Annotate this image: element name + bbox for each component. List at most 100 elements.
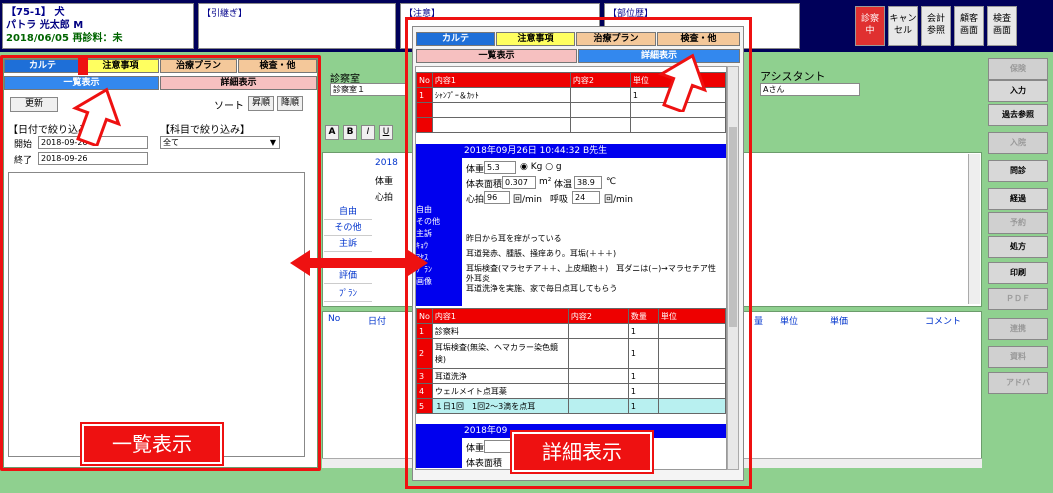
underline-button[interactable]: U <box>379 125 393 140</box>
list-frame-notch <box>78 55 88 75</box>
next-weight-label: 体重 <box>466 444 485 454</box>
side-button-9[interactable]: ＰＤＦ <box>988 288 1048 310</box>
row-content1: ｼｬﾝﾌﾟｰ＆ｶｯﾄ <box>431 87 571 103</box>
handover-label: 【引継ぎ】 <box>202 9 248 19</box>
customer-screen-button[interactable]: 顧客 画面 <box>954 6 984 46</box>
popup-scrollbar[interactable] <box>727 66 739 470</box>
row-qty: 1 <box>627 398 659 414</box>
side-button-12[interactable]: アドバ <box>988 372 1048 394</box>
table-row[interactable] <box>416 117 727 133</box>
end-date-input[interactable]: 2018-09-26 <box>38 152 148 165</box>
next-record-sidebar <box>416 438 462 468</box>
record-title: 2018年09月26日 10:44:32 B先生 <box>416 144 726 158</box>
temp-input[interactable]: 38.9 <box>574 176 602 189</box>
weight-unit[interactable]: ◉ Kg ○ g <box>520 162 562 172</box>
caution-label: 【注意】 <box>404 9 441 19</box>
date-fragment: 2018 <box>375 158 398 168</box>
complaint-text: 昨日から耳を痒がっている <box>466 234 562 243</box>
sort-desc-button[interactable]: 降順 <box>277 96 303 111</box>
tab-karute[interactable]: カルテ <box>4 59 81 73</box>
popup-tab-caution[interactable]: 注意事項 <box>496 32 575 46</box>
hr-unit: 回/min <box>513 195 543 205</box>
side-button-11[interactable]: 資料 <box>988 346 1048 368</box>
site-history-label: 【部位歴】 <box>608 9 654 19</box>
popup-tab-treatment-plan[interactable]: 治療プラン <box>576 32 656 46</box>
assessment-text: 耳垢検査(マラセチア＋＋、上皮細胞＋) 耳ダニは(−)→マラセチア性外耳炎 <box>466 264 716 283</box>
side-button-0[interactable]: 保険 <box>988 58 1048 80</box>
assistant-input[interactable]: Aさん <box>760 83 860 96</box>
record-scrollbar[interactable] <box>968 154 980 304</box>
bsa-label: 体表面積 <box>466 180 503 190</box>
row-content2 <box>569 87 631 103</box>
detail-tab-pointer-arrow-icon <box>658 53 708 112</box>
dropdown-arrow-icon: ▼ <box>269 138 276 147</box>
row-unit <box>657 368 727 384</box>
temp-unit: ℃ <box>606 177 617 187</box>
side-button-1[interactable]: 入力 <box>988 80 1048 102</box>
patient-id: 【75-1】 犬 <box>6 7 65 18</box>
lower-col-unit: 単位 <box>780 317 799 327</box>
side-button-8[interactable]: 印刷 <box>988 262 1048 284</box>
side-button-7[interactable]: 処方 <box>988 236 1048 258</box>
side-button-3[interactable]: 入院 <box>988 132 1048 154</box>
side-label-other: その他 <box>416 217 440 226</box>
table-row[interactable]: 1 診察料 1 <box>416 323 727 339</box>
side-button-10[interactable]: 連携 <box>988 318 1048 340</box>
row-content1: ウェルメイト点耳薬 <box>431 383 569 399</box>
hr-input[interactable]: 96 <box>484 191 510 204</box>
side-button-5[interactable]: 経過 <box>988 188 1048 210</box>
subject-filter-label: 【科目で絞り込み】 <box>160 125 250 136</box>
accounting-button[interactable]: 会計 参照 <box>921 6 951 46</box>
clinic-room-input[interactable]: 診察室１ <box>330 83 408 96</box>
format-a-button[interactable]: A <box>325 125 339 140</box>
bsa-unit: m² <box>539 177 552 187</box>
weight-input[interactable]: 5.3 <box>484 161 516 174</box>
tab-exam-other[interactable]: 検査・他 <box>238 59 317 73</box>
bottom-col-no: No <box>416 308 433 324</box>
table-row[interactable]: 4 ウェルメイト点耳薬 1 <box>416 383 727 399</box>
popup-tab-karute[interactable]: カルテ <box>416 32 495 46</box>
sort-asc-button[interactable]: 昇順 <box>248 96 274 111</box>
table-row[interactable]: 5 １日1回 1回2〜3滴を点耳 1 <box>416 398 727 414</box>
bottom-col-content1: 内容1 <box>431 308 569 324</box>
popup-subtab-list[interactable]: 一覧表示 <box>416 49 577 63</box>
bsa-input[interactable]: 0.307 <box>502 176 536 189</box>
side-button-6[interactable]: 予約 <box>988 212 1048 234</box>
lower-col-qty: 量 <box>754 317 764 327</box>
row-label-plan: ﾌﾟﾗﾝ <box>324 287 372 302</box>
row-unit <box>657 323 727 339</box>
row-no: 1 <box>416 323 433 339</box>
detail-view-callout: 詳細表示 <box>512 432 652 472</box>
side-button-4[interactable]: 問診 <box>988 160 1048 182</box>
side-label-free: 自由 <box>416 205 432 214</box>
row-content2 <box>567 368 629 384</box>
update-button[interactable]: 更新 <box>10 97 58 112</box>
resp-input[interactable]: 24 <box>572 191 600 204</box>
row-content1: 診察料 <box>431 323 569 339</box>
tab-caution[interactable]: 注意事項 <box>82 59 159 73</box>
resp-label: 呼吸 <box>550 195 569 205</box>
tab-treatment-plan[interactable]: 治療プラン <box>160 59 237 73</box>
popup-scroll-thumb[interactable] <box>729 127 737 327</box>
row-content2 <box>567 323 629 339</box>
top-col-content1: 内容1 <box>431 72 571 88</box>
side-label-complaint: 主訴 <box>416 229 432 238</box>
side-button-2[interactable]: 過去参照 <box>988 104 1048 126</box>
cancel-button[interactable]: キャン セル <box>888 6 918 46</box>
italic-button[interactable]: I <box>361 125 375 140</box>
lower-col-price: 単価 <box>830 317 849 327</box>
handover-box[interactable]: 【引継ぎ】 <box>198 3 396 49</box>
resp-unit: 回/min <box>604 195 634 205</box>
record-list-box[interactable] <box>8 172 305 457</box>
subtab-detail-view[interactable]: 詳細表示 <box>160 76 317 90</box>
bold-button[interactable]: B <box>343 125 357 140</box>
in-exam-button[interactable]: 診察中 <box>855 6 885 46</box>
table-row[interactable]: 2 耳垢検査(無染、ヘマカラー染色鏡検) 1 <box>416 338 727 369</box>
table-row[interactable]: 3 耳道洗浄 1 <box>416 368 727 384</box>
row-qty: 1 <box>627 368 659 384</box>
subject-select[interactable]: 全て ▼ <box>160 136 280 149</box>
list-view-callout: 一覧表示 <box>82 424 222 464</box>
double-arrow-icon <box>290 250 428 276</box>
exam-screen-button[interactable]: 検査 画面 <box>987 6 1017 46</box>
popup-tab-exam-other[interactable]: 検査・他 <box>657 32 740 46</box>
